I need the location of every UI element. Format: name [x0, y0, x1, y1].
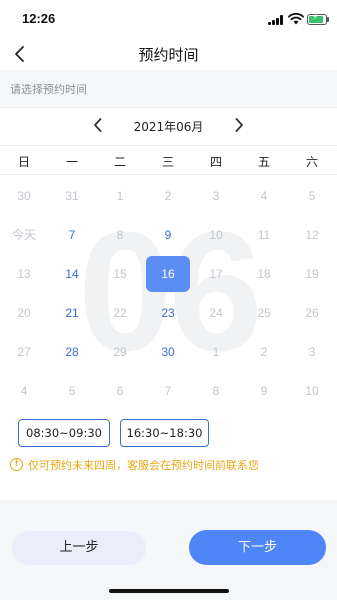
calendar-day[interactable]: 14 — [48, 255, 96, 294]
calendar-day: 19 — [305, 267, 319, 281]
calendar-day: 10 — [305, 384, 319, 398]
calendar-day[interactable]: 9 — [144, 216, 192, 255]
calendar-day-selected[interactable]: 16 — [144, 255, 192, 294]
calendar-day[interactable]: 28 — [48, 333, 96, 372]
calendar-day: 18 — [257, 267, 271, 281]
calendar-day: 11 — [257, 228, 271, 242]
calendar-day: 3 — [212, 189, 220, 203]
calendar-day: 7 — [164, 384, 172, 398]
calendar-day: 26 — [305, 306, 319, 320]
calendar-day: 8 — [212, 384, 220, 398]
calendar-day[interactable]: 23 — [144, 294, 192, 333]
calendar-day: 30 — [17, 189, 31, 203]
calendar-day: 9 — [260, 384, 268, 398]
calendar-day: 27 — [17, 345, 31, 359]
calendar-day: 25 — [257, 306, 271, 320]
calendar-day: 4 — [260, 189, 268, 203]
calendar-day: 22 — [113, 306, 127, 320]
calendar-day: 31 — [65, 189, 79, 203]
calendar-day: 1 — [212, 345, 220, 359]
calendar-day: 4 — [20, 384, 28, 398]
calendar-day[interactable]: 7 — [48, 216, 96, 255]
calendar-day: 3 — [308, 345, 316, 359]
calendar-day: 29 — [113, 345, 127, 359]
calendar-day: 20 — [17, 306, 31, 320]
calendar-day: 15 — [113, 267, 127, 281]
calendar-day: 12 — [305, 228, 319, 242]
calendar-day: 10 — [209, 228, 223, 242]
calendar-grid: 30 31 1 2 3 4 5 今天 7 8 9 10 11 12 13 14 15 16 17 18 19 20 21 22… — [0, 0, 337, 600]
calendar-day: 2 — [164, 189, 172, 203]
calendar-day[interactable]: 30 — [144, 333, 192, 372]
calendar-day: 13 — [17, 267, 31, 281]
calendar-day: 5 — [308, 189, 316, 203]
calendar-day: 5 — [68, 384, 76, 398]
calendar-day: 24 — [209, 306, 223, 320]
calendar-day: 今天 — [11, 228, 36, 242]
calendar-day[interactable]: 21 — [48, 294, 96, 333]
calendar-day: 6 — [116, 384, 124, 398]
calendar-day: 1 — [116, 189, 124, 203]
calendar-day: 8 — [116, 228, 124, 242]
calendar-day: 17 — [209, 267, 223, 281]
calendar-day: 2 — [260, 345, 268, 359]
